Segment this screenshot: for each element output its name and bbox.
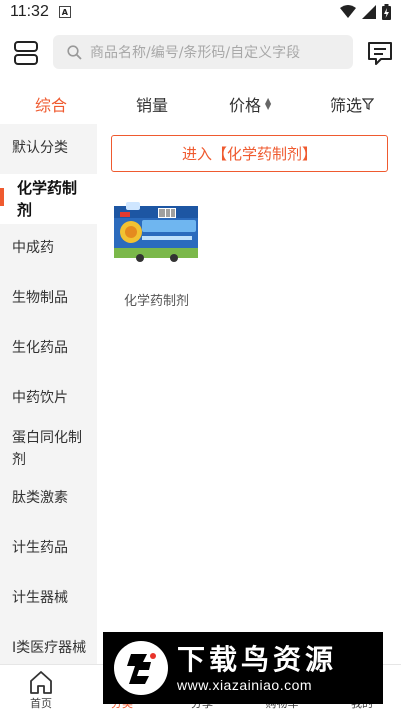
sort-arrows-icon: ▲ ▼: [265, 96, 272, 111]
search-input[interactable]: 商品名称/编号/条形码/自定义字段: [53, 35, 353, 69]
search-placeholder: 商品名称/编号/条形码/自定义字段: [90, 45, 301, 61]
status-bar: 11:32 A: [0, 0, 401, 24]
category-item[interactable]: 蛋白同化制剂: [0, 427, 97, 471]
wifi-icon: [340, 5, 356, 18]
category-item[interactable]: 计生器械: [0, 587, 97, 609]
category-item[interactable]: 生化药品: [0, 337, 97, 359]
sort-tab-filter[interactable]: 筛选: [330, 92, 375, 116]
category-item[interactable]: 肽类激素: [0, 487, 97, 509]
bird-logo-icon: [114, 641, 168, 695]
search-header: 商品名称/编号/条形码/自定义字段: [0, 28, 401, 78]
category-item[interactable]: 生物制品: [0, 287, 97, 309]
category-item[interactable]: I类医疗器械: [0, 637, 97, 659]
category-item[interactable]: 默认分类: [0, 137, 97, 159]
sort-tab-sales[interactable]: 销量: [136, 92, 168, 116]
signal-icon: [362, 5, 376, 19]
sort-tab-filter-label: 筛选: [330, 96, 363, 115]
home-icon: [30, 671, 52, 694]
scan-icon[interactable]: [13, 40, 39, 66]
message-icon[interactable]: [367, 40, 393, 66]
watermark-banner: 下载鸟资源 www.xiazainiao.com: [103, 632, 383, 704]
watermark-text: 下载鸟资源 www.xiazainiao.com: [177, 643, 337, 693]
enter-category-button[interactable]: 进入【化学药制剂】: [111, 135, 388, 172]
product-name: 化学药制剂: [124, 294, 190, 309]
sort-bar: 综合 销量 价格 ▲ ▼ 筛选: [0, 82, 401, 122]
battery-icon: [382, 4, 391, 20]
sort-tab-comprehensive[interactable]: 综合: [35, 92, 67, 116]
status-icons: [340, 4, 391, 20]
category-item[interactable]: 中成药: [0, 237, 97, 259]
nav-home-label: 首页: [30, 697, 52, 710]
search-icon: [67, 44, 82, 60]
sort-tab-price[interactable]: 价格 ▲ ▼: [229, 92, 271, 116]
category-item[interactable]: 计生药品: [0, 537, 97, 559]
product-image[interactable]: [112, 198, 200, 268]
category-item[interactable]: 中药饮片: [0, 387, 97, 409]
notification-app-icon: A: [58, 6, 71, 18]
status-time: 11:32: [10, 3, 49, 20]
category-item-active[interactable]: 化学药制剂: [0, 174, 97, 224]
nav-home[interactable]: 首页: [11, 665, 71, 711]
filter-icon: [362, 98, 375, 110]
sort-tab-price-label: 价格: [229, 96, 262, 115]
watermark-url: www.xiazainiao.com: [177, 677, 313, 693]
category-label: 化学药制剂: [17, 179, 78, 219]
category-sidebar: 默认分类 化学药制剂 中成药 生物制品 生化药品 中药饮片 蛋白同化制剂 肽类激…: [0, 124, 97, 664]
watermark-title: 下载鸟资源: [177, 643, 338, 676]
